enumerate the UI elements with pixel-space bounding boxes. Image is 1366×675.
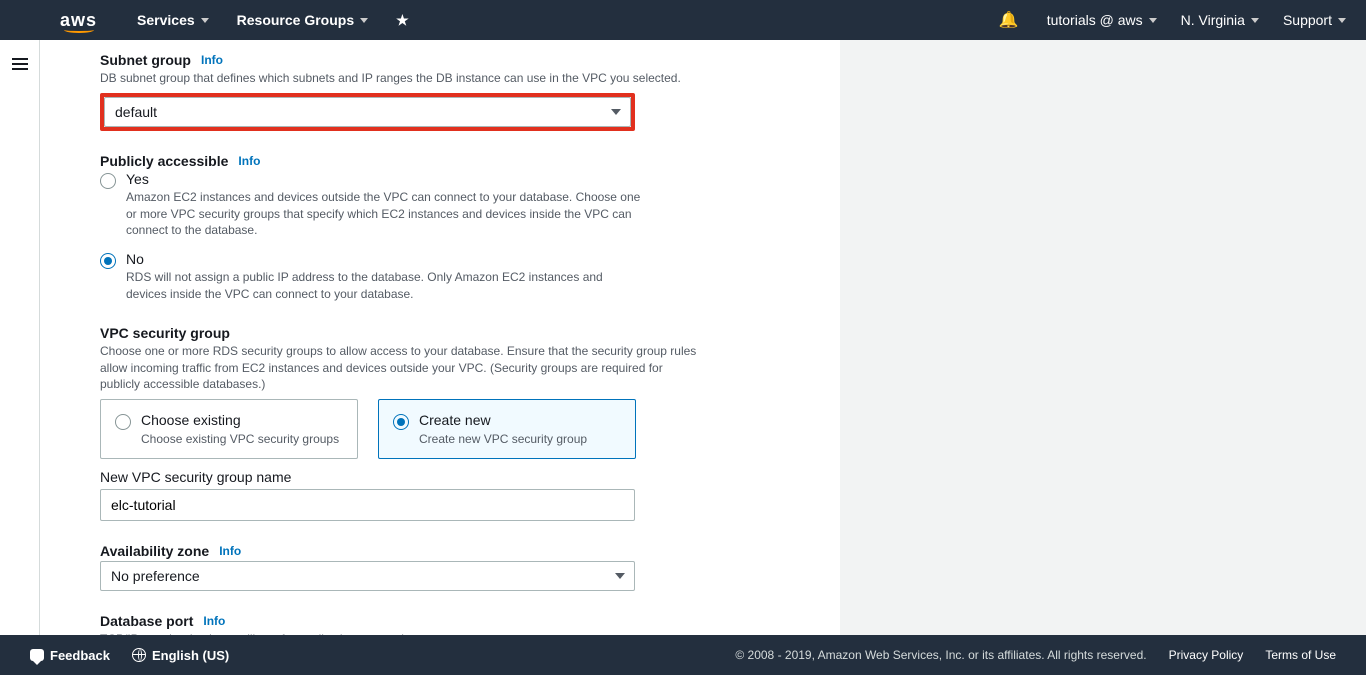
chevron-down-icon [201, 18, 209, 23]
public-access-label: Publicly accessible [100, 153, 228, 169]
vpc-sg-help: Choose one or more RDS security groups t… [100, 343, 700, 393]
subnet-group-label: Subnet group [100, 52, 191, 68]
az-info-link[interactable]: Info [219, 544, 241, 558]
terms-of-use-link[interactable]: Terms of Use [1265, 648, 1336, 662]
az-label: Availability zone [100, 543, 209, 559]
aws-swoosh-icon [64, 27, 94, 33]
field-vpc-security-group: VPC security group Choose one or more RD… [100, 325, 790, 521]
subnet-group-value: default [115, 104, 157, 120]
chevron-down-icon [615, 573, 625, 579]
nav-services[interactable]: Services [137, 12, 209, 28]
notifications-icon[interactable]: 🔔 [999, 10, 1019, 30]
vpc-sg-create-new-tile[interactable]: Create new Create new VPC security group [378, 399, 636, 459]
chevron-down-icon [1149, 18, 1157, 23]
nav-region[interactable]: N. Virginia [1181, 12, 1259, 28]
nav-resource-groups[interactable]: Resource Groups [237, 12, 368, 28]
public-access-yes-label: Yes [126, 171, 149, 187]
sidebar-toggle-icon[interactable] [12, 58, 28, 70]
footer-bar: Feedback English (US) © 2008 - 2019, Ama… [0, 635, 1366, 675]
public-access-info-link[interactable]: Info [238, 154, 260, 168]
nav-account[interactable]: tutorials @ aws [1047, 12, 1157, 28]
privacy-policy-link[interactable]: Privacy Policy [1169, 648, 1244, 662]
az-select[interactable]: No preference [100, 561, 635, 591]
top-navbar: aws Services Resource Groups ★ 🔔 tutoria… [0, 0, 1366, 40]
port-label: Database port [100, 613, 193, 629]
radio-icon [393, 414, 409, 430]
vpc-sg-label: VPC security group [100, 325, 230, 341]
feedback-link[interactable]: Feedback [30, 648, 110, 663]
public-access-yes[interactable]: Yes Amazon EC2 instances and devices out… [100, 171, 790, 239]
vpc-sg-new-name-label: New VPC security group name [100, 469, 291, 485]
vpc-sg-create-desc: Create new VPC security group [419, 432, 621, 446]
public-access-no-desc: RDS will not assign a public IP address … [126, 269, 646, 303]
field-database-port: Database port Info TCP/IP port the datab… [100, 613, 790, 635]
subnet-group-select[interactable]: default [104, 97, 631, 127]
field-public-access: Publicly accessible Info Yes Amazon EC2 … [100, 153, 790, 303]
radio-icon [115, 414, 131, 430]
copyright-text: © 2008 - 2019, Amazon Web Services, Inc.… [735, 648, 1146, 662]
nav-support-label: Support [1283, 12, 1332, 28]
nav-region-label: N. Virginia [1181, 12, 1245, 28]
vpc-sg-create-label: Create new [419, 412, 491, 428]
public-access-no-label: No [126, 251, 144, 267]
speech-bubble-icon [30, 649, 44, 661]
public-access-yes-desc: Amazon EC2 instances and devices outside… [126, 189, 646, 239]
port-info-link[interactable]: Info [203, 614, 225, 628]
nav-support[interactable]: Support [1283, 12, 1346, 28]
subnet-group-select-highlight: default [100, 93, 635, 131]
subnet-group-help: DB subnet group that defines which subne… [100, 70, 700, 87]
feedback-label: Feedback [50, 648, 110, 663]
az-value: No preference [111, 568, 200, 584]
main-form-panel: Subnet group Info DB subnet group that d… [40, 40, 840, 635]
aws-logo[interactable]: aws [60, 10, 97, 31]
public-access-no[interactable]: No RDS will not assign a public IP addre… [100, 251, 790, 303]
vpc-sg-existing-label: Choose existing [141, 412, 241, 428]
sidebar-collapsed [0, 40, 40, 635]
vpc-sg-existing-desc: Choose existing VPC security groups [141, 432, 343, 446]
pin-icon[interactable]: ★ [396, 12, 409, 29]
subnet-group-info-link[interactable]: Info [201, 53, 223, 67]
globe-icon [132, 648, 146, 662]
nav-services-label: Services [137, 12, 195, 28]
vpc-sg-new-name-input[interactable] [100, 489, 635, 521]
nav-resource-groups-label: Resource Groups [237, 12, 354, 28]
field-subnet-group: Subnet group Info DB subnet group that d… [100, 52, 790, 131]
chevron-down-icon [611, 109, 621, 115]
chevron-down-icon [360, 18, 368, 23]
field-availability-zone: Availability zone Info No preference [100, 543, 790, 591]
radio-icon [100, 253, 116, 269]
nav-account-label: tutorials @ aws [1047, 12, 1143, 28]
vpc-sg-choose-existing-tile[interactable]: Choose existing Choose existing VPC secu… [100, 399, 358, 459]
chevron-down-icon [1338, 18, 1346, 23]
chevron-down-icon [1251, 18, 1259, 23]
radio-icon [100, 173, 116, 189]
language-selector[interactable]: English (US) [132, 648, 229, 663]
language-label: English (US) [152, 648, 229, 663]
